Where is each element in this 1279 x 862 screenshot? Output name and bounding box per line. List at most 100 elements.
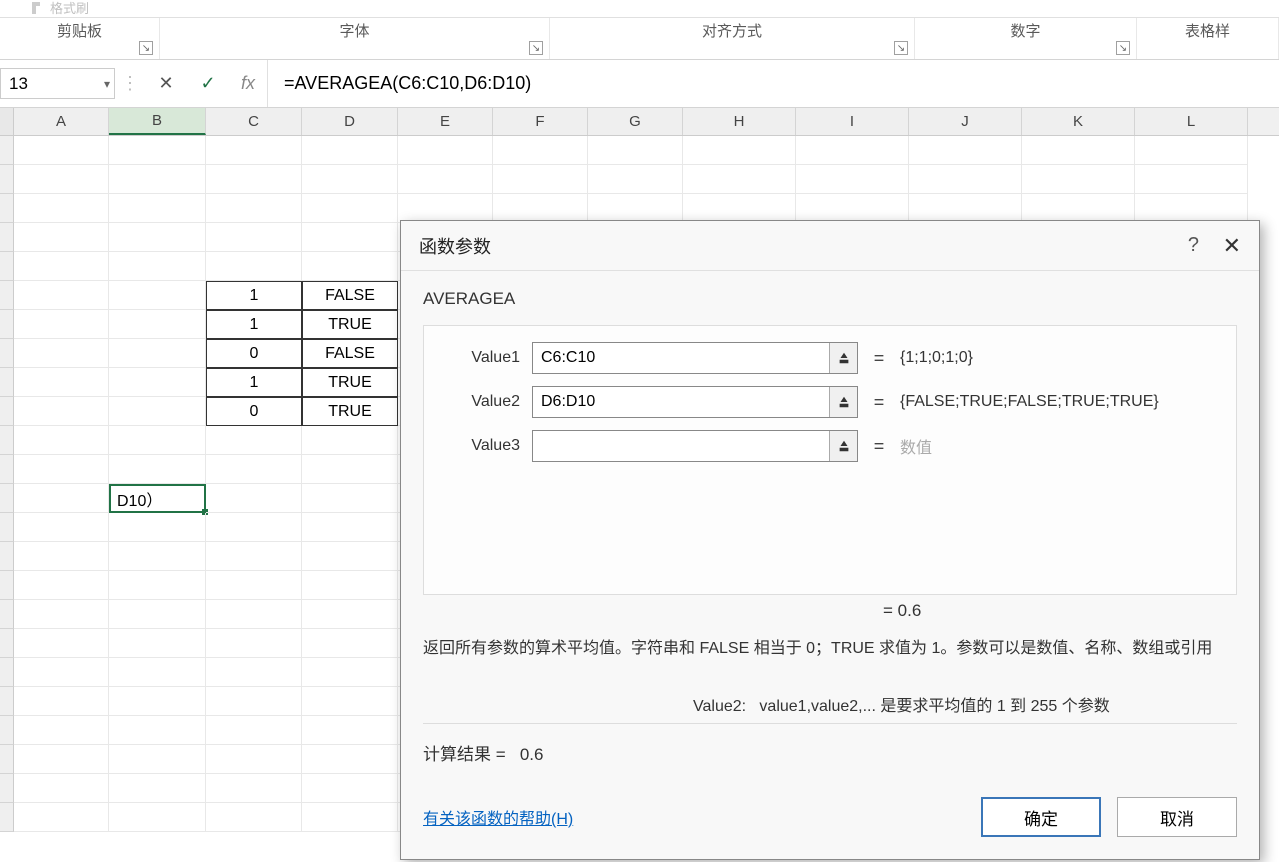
cell[interactable]	[683, 136, 796, 165]
cell[interactable]	[302, 658, 398, 687]
cell[interactable]: 1	[206, 310, 302, 339]
col-header[interactable]: C	[206, 108, 302, 135]
cell[interactable]	[14, 455, 109, 484]
cell[interactable]	[14, 194, 109, 223]
cell[interactable]	[1022, 194, 1135, 223]
cell[interactable]	[109, 223, 206, 252]
cell[interactable]	[14, 803, 109, 832]
cell[interactable]	[109, 803, 206, 832]
cell[interactable]	[14, 629, 109, 658]
cell[interactable]	[302, 571, 398, 600]
row-header[interactable]	[0, 252, 14, 281]
cell[interactable]	[206, 745, 302, 774]
col-header[interactable]: F	[493, 108, 588, 135]
cell[interactable]	[14, 658, 109, 687]
cell[interactable]	[302, 252, 398, 281]
cell[interactable]	[206, 571, 302, 600]
cell[interactable]	[909, 165, 1022, 194]
cell[interactable]	[14, 600, 109, 629]
col-header[interactable]: G	[588, 108, 683, 135]
cell[interactable]	[302, 600, 398, 629]
dialog-titlebar[interactable]: 函数参数 ? ✕	[401, 221, 1259, 271]
cell[interactable]: 0	[206, 339, 302, 368]
cell[interactable]	[109, 571, 206, 600]
cell[interactable]	[109, 542, 206, 571]
cell[interactable]	[1022, 165, 1135, 194]
row-header[interactable]	[0, 803, 14, 832]
dialog-launcher-icon[interactable]	[894, 41, 908, 55]
cell[interactable]	[302, 542, 398, 571]
row-header[interactable]	[0, 658, 14, 687]
cell[interactable]	[206, 629, 302, 658]
cell[interactable]	[109, 165, 206, 194]
row-header[interactable]	[0, 194, 14, 223]
close-button[interactable]: ✕	[1223, 233, 1241, 259]
row-header[interactable]	[0, 542, 14, 571]
cell[interactable]: 1	[206, 368, 302, 397]
cell[interactable]	[909, 194, 1022, 223]
cell[interactable]	[796, 136, 909, 165]
cell[interactable]	[302, 745, 398, 774]
cell[interactable]	[302, 629, 398, 658]
cell[interactable]	[109, 687, 206, 716]
cell[interactable]	[14, 368, 109, 397]
cell[interactable]	[109, 339, 206, 368]
col-header[interactable]: K	[1022, 108, 1135, 135]
select-all-corner[interactable]	[0, 108, 14, 135]
cell[interactable]	[302, 223, 398, 252]
row-header[interactable]	[0, 339, 14, 368]
cell[interactable]	[109, 426, 206, 455]
row-header[interactable]	[0, 629, 14, 658]
cell[interactable]: FALSE	[302, 281, 398, 310]
row-header[interactable]	[0, 426, 14, 455]
cell[interactable]	[588, 136, 683, 165]
format-brush-button[interactable]: 格式刷	[30, 0, 89, 17]
col-header[interactable]: A	[14, 108, 109, 135]
row-header[interactable]	[0, 368, 14, 397]
cell[interactable]	[206, 716, 302, 745]
row-header[interactable]	[0, 600, 14, 629]
cell[interactable]	[683, 194, 796, 223]
collapse-dialog-button[interactable]	[829, 431, 857, 461]
cell[interactable]	[14, 310, 109, 339]
cell[interactable]	[493, 165, 588, 194]
dialog-launcher-icon[interactable]	[139, 41, 153, 55]
cell[interactable]	[302, 774, 398, 803]
chevron-down-icon[interactable]: ▾	[104, 77, 110, 91]
param-input-value2[interactable]	[533, 387, 829, 417]
fx-button[interactable]: fx	[229, 60, 267, 107]
cell[interactable]	[588, 165, 683, 194]
cell[interactable]	[302, 455, 398, 484]
cell[interactable]	[302, 165, 398, 194]
cell[interactable]	[206, 687, 302, 716]
row-header[interactable]	[0, 513, 14, 542]
col-header[interactable]: I	[796, 108, 909, 135]
cell[interactable]	[109, 397, 206, 426]
cell[interactable]: D10）	[109, 484, 206, 513]
cell[interactable]	[683, 165, 796, 194]
ok-button[interactable]: 确定	[981, 797, 1101, 837]
col-header[interactable]: H	[683, 108, 796, 135]
cell[interactable]	[206, 455, 302, 484]
cell[interactable]	[14, 426, 109, 455]
cell[interactable]	[109, 310, 206, 339]
cell[interactable]	[206, 774, 302, 803]
cell[interactable]	[14, 484, 109, 513]
cell[interactable]	[14, 745, 109, 774]
row-header[interactable]	[0, 455, 14, 484]
cell[interactable]	[302, 426, 398, 455]
cell[interactable]: TRUE	[302, 397, 398, 426]
formula-input[interactable]: =AVERAGEA(C6:C10,D6:D10)	[267, 60, 1279, 107]
cell[interactable]	[109, 513, 206, 542]
cell[interactable]	[206, 194, 302, 223]
cell[interactable]	[14, 281, 109, 310]
cell[interactable]	[109, 194, 206, 223]
cell[interactable]	[398, 194, 493, 223]
cancel-formula-button[interactable]: ✕	[145, 60, 187, 107]
cell[interactable]	[206, 600, 302, 629]
cell[interactable]	[206, 252, 302, 281]
cell[interactable]	[109, 252, 206, 281]
row-header[interactable]	[0, 310, 14, 339]
cell[interactable]	[109, 629, 206, 658]
cell[interactable]	[909, 136, 1022, 165]
